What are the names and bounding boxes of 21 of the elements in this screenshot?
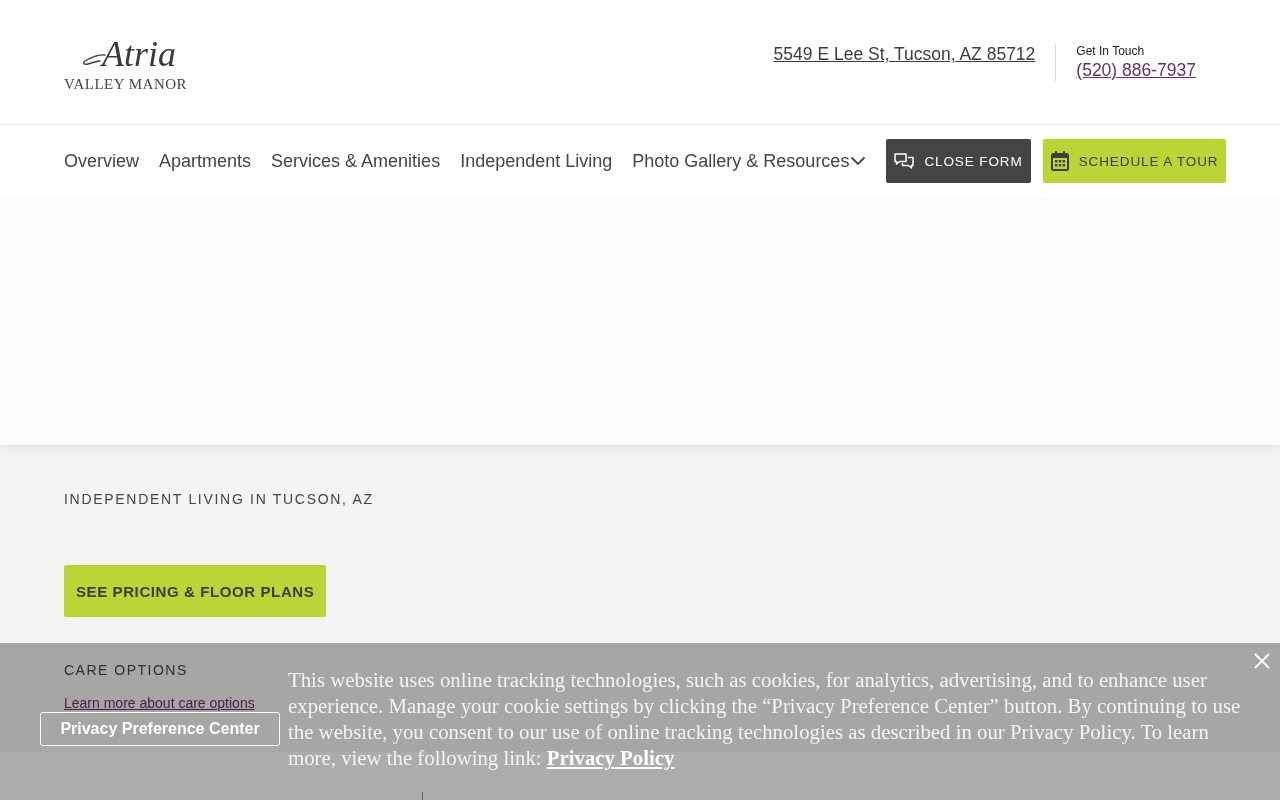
close-button[interactable]: [1254, 653, 1270, 669]
contact-label: Get In Touch: [1076, 43, 1145, 59]
nav-link[interactable]: Apartments: [159, 149, 252, 173]
pricing-button[interactable]: SEE PRICING & FLOOR PLANS: [64, 565, 327, 617]
nav-link[interactable]: Services & Amenities: [271, 149, 441, 173]
cookie-message: This website uses online tracking technologies, such as cookies, for analytics, advertising, and to enhance user experience. Manage your cookie settings by clicking the “Privacy Preference Center” button. By continuing to use the website, you consent to our use of online tracking technologies as described in our Privacy Policy. To learn more, view the following link: Privacy Policy: [288, 667, 1242, 771]
nav-link[interactable]: Overview: [64, 149, 139, 173]
close-form-button[interactable]: CLOSE FORM: [886, 139, 1031, 183]
address-link[interactable]: 5549 E Lee St, Tucson, AZ 85712: [773, 43, 1036, 65]
care-options-heading: CARE OPTIONS: [64, 662, 188, 678]
section-eyebrow: INDEPENDENT LIVING IN TUCSON, AZ: [64, 491, 374, 507]
logo-script-text: Atria: [102, 32, 176, 76]
phone-link[interactable]: (520) 886-7937: [1076, 59, 1196, 81]
schedule-tour-button[interactable]: SCHEDULE A TOUR: [1042, 139, 1227, 183]
close-icon: [1254, 653, 1270, 669]
calendar-icon: [1050, 151, 1069, 171]
nav-link[interactable]: Independent Living: [460, 149, 613, 173]
nav-link[interactable]: Photo Gallery & Resources: [632, 149, 867, 173]
logo-name: VALLEY MANOR: [64, 75, 188, 93]
care-options-link[interactable]: Learn more about care options: [64, 694, 255, 712]
chat-bubbles-icon: [894, 153, 915, 169]
